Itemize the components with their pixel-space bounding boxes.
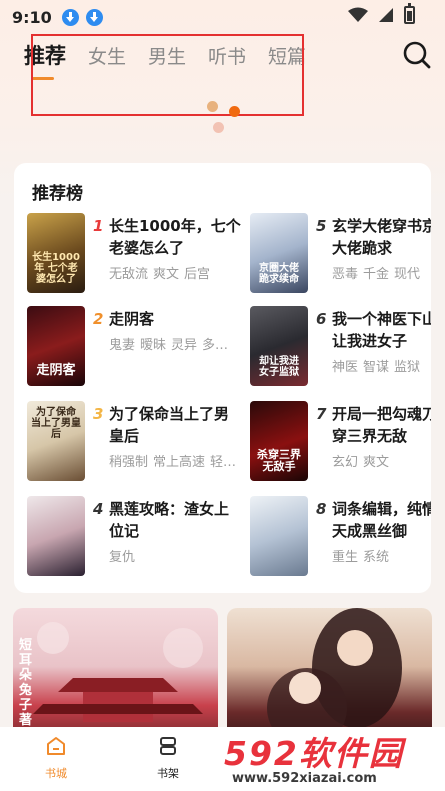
book-item[interactable]: 杀穿三界 无敌手 7 开局一把勾魂刀杀穿三界无敌 玄幻爽文 (250, 401, 431, 481)
book-cover: 却让我进 女子监狱 (250, 306, 308, 386)
book-tags: 复仇 (109, 550, 136, 565)
download-icon (85, 8, 103, 26)
carousel-dot (213, 122, 224, 133)
book-title: 我一个神医下山却让我进女子 (332, 310, 431, 350)
status-time: 9:10 (12, 7, 52, 27)
couple-illustration (267, 608, 402, 738)
book-cover: 走阴客 (27, 306, 85, 386)
watermark-logo: 592软件园 (224, 734, 404, 773)
book-item[interactable]: 长生1000年 七个老婆怎么了 1 长生1000年，七个老婆怎么了 无敌流 爽文后… (27, 213, 247, 293)
book-title: 黑莲攻略：渣女上位记 (109, 500, 230, 540)
book-cover: 杀穿三界 无敌手 (250, 401, 308, 481)
promo-banner[interactable]: 短耳朵兔子著 (13, 608, 218, 738)
home-icon (47, 737, 65, 755)
book-tags: 玄幻 爽文 (332, 455, 390, 470)
watermark-url: www.592xiazai.com (232, 771, 377, 786)
book-item[interactable]: 4 黑莲攻略：渣女上位记 复仇 (27, 496, 247, 576)
book-tags: 重生 系统 (332, 550, 390, 565)
book-item[interactable]: 却让我进 女子监狱 6 我一个神医下山却让我进女子 神医智谋监狱 (250, 306, 431, 386)
book-title: 走阴客 (109, 310, 155, 328)
rank-number: 5 (316, 217, 327, 235)
book-tags: 稍强制 常上高速 轻… (109, 455, 237, 470)
book-item[interactable]: 8 词条编辑，纯情三天成黑丝御 重生系统 (250, 496, 431, 576)
annotation-highlight-box (31, 34, 304, 116)
promo-author: 短耳朵兔子著 (19, 638, 33, 728)
book-title: 长生1000年，七个老婆怎么了 (109, 217, 241, 257)
book-cover: 京圈大佬 跪求续命 (250, 213, 308, 293)
status-bar: 9:10 (0, 0, 445, 34)
book-title: 词条编辑，纯情三天成黑丝御 (332, 500, 431, 540)
book-tags: 无敌流 爽文 后宫 (109, 267, 211, 282)
book-item[interactable]: 为了保命 当上了男皇后 3 为了保命当上了男皇后 稍强制 常上高速 轻… (27, 401, 247, 481)
battery-icon (404, 3, 415, 24)
rank-number: 1 (93, 217, 104, 235)
book-cover: 长生1000年 七个老婆怎么了 (27, 213, 85, 293)
pavilion-illustration (33, 622, 203, 722)
rank-number: 8 (316, 500, 327, 518)
rank-number: 7 (316, 405, 327, 423)
book-title: 为了保命当上了男皇后 (109, 405, 230, 445)
book-title: 玄学大佬穿书京圈大佬跪求 (332, 217, 431, 257)
book-cover (27, 496, 85, 576)
book-item[interactable]: 京圈大佬 跪求续命 5 玄学大佬穿书京圈大佬跪求 恶毒千金现代 (250, 213, 431, 293)
book-tags: 鬼妻 暧昧 灵异 多… (109, 338, 229, 353)
book-title: 开局一把勾魂刀杀穿三界无敌 (332, 405, 431, 445)
wifi-icon (348, 7, 368, 22)
rank-number: 3 (93, 405, 104, 423)
download-icon (61, 8, 79, 26)
nav-bookstore[interactable]: 书城 (26, 735, 86, 781)
book-item[interactable]: 走阴客 2 走阴客 鬼妻 暧昧 灵异 多… (27, 306, 247, 386)
nav-bookstore-label: 书城 (45, 767, 67, 780)
book-cover (250, 496, 308, 576)
rank-number: 6 (316, 310, 327, 328)
book-cover: 为了保命 当上了男皇后 (27, 401, 85, 481)
carousel-dot (207, 101, 218, 112)
nav-bookshelf[interactable]: 书架 (138, 735, 198, 781)
bookshelf-icon (160, 737, 176, 755)
ranking-card: 推荐榜 长生1000年 七个老婆怎么了 1 长生1000年，七个老婆怎么了 无敌… (14, 163, 431, 593)
nav-bookshelf-label: 书架 (157, 767, 179, 780)
carousel-dot-active (229, 106, 240, 117)
ranking-title: 推荐榜 (32, 184, 83, 204)
site-watermark: 592软件园 www.592xiazai.com (222, 727, 445, 791)
rank-number: 4 (93, 500, 104, 518)
book-tags: 神医 智谋 监狱 (332, 360, 421, 375)
search-icon[interactable] (402, 40, 432, 70)
rank-number: 2 (93, 310, 104, 328)
signal-icon (379, 8, 393, 22)
promo-banner[interactable] (227, 608, 432, 738)
book-tags: 恶毒 千金 现代 (332, 267, 421, 282)
